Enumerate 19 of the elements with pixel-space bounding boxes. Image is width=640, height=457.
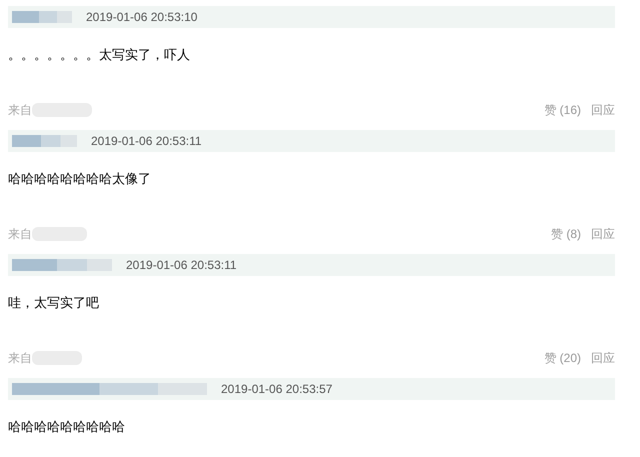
like-link[interactable]: 赞 (8) [551,225,581,243]
like-link[interactable]: 赞 (16) [544,101,581,119]
timestamp: 2019-01-06 20:53:11 [91,133,202,150]
timestamp: 2019-01-06 20:53:10 [86,9,198,26]
comment-text: 哈哈哈哈哈哈哈哈太像了 [8,170,152,188]
blurred-name [12,133,77,149]
source-label: 来自 [8,226,32,243]
source-label: 来自 [8,350,32,367]
like-link[interactable]: 赞 (20) [544,349,581,367]
reply-link[interactable]: 回应 [591,225,615,243]
timestamp: 2019-01-06 20:53:11 [126,257,237,274]
reply-link[interactable]: 回应 [591,101,615,119]
reply-link[interactable]: 回应 [591,349,615,367]
comment-text: 哈哈哈哈哈哈哈哈哈 [8,418,126,436]
comment-text: 哇，太写实了吧 [8,294,100,312]
source-label: 来自 [8,102,32,119]
timestamp: 2019-01-06 20:53:57 [221,381,332,398]
blurred-name [12,9,72,25]
comment-text: 。。。。。。。太写实了，吓人 [8,46,191,64]
